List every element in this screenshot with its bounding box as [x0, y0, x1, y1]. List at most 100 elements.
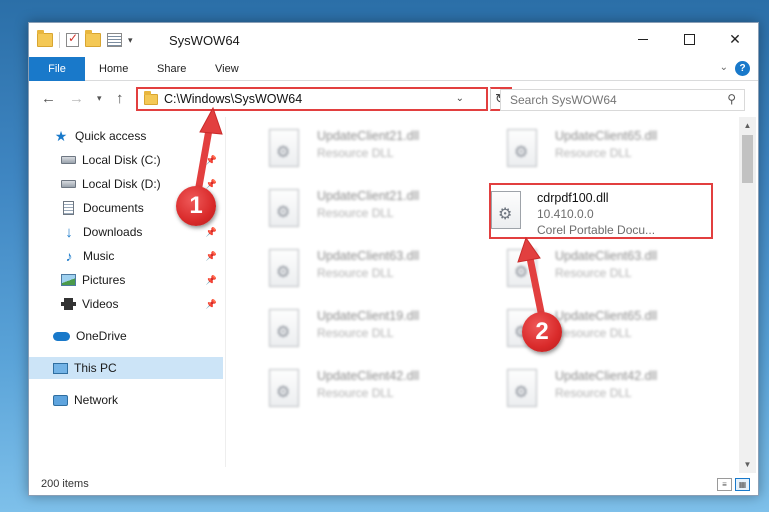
sidebar-item-local-disk-c[interactable]: Local Disk (C:) 📌 [29, 149, 223, 171]
videos-icon [61, 298, 76, 310]
tab-share[interactable]: Share [147, 57, 196, 81]
file-description: Resource DLL [317, 146, 394, 160]
dll-file-icon [269, 129, 299, 167]
address-folder-icon [144, 91, 158, 105]
pin-icon[interactable]: 📌 [206, 227, 217, 238]
file-name: UpdateClient63.dll [555, 249, 658, 263]
file-description: Resource DLL [555, 386, 632, 400]
help-icon[interactable]: ? [735, 61, 750, 76]
dll-file-icon [507, 369, 537, 407]
file-list: UpdateClient21.dll Resource DLL UpdateCl… [229, 117, 739, 467]
scroll-up-icon[interactable]: ▲ [739, 117, 756, 134]
file-description: Resource DLL [317, 266, 394, 280]
list-item[interactable]: UpdateClient65.dll Resource DLL [487, 301, 707, 353]
sidebar-item-label: Quick access [75, 129, 147, 143]
file-name: UpdateClient21.dll [317, 189, 420, 203]
list-item[interactable]: UpdateClient21.dll Resource DLL [249, 121, 469, 173]
dll-file-icon [507, 129, 537, 167]
search-box[interactable]: ⚲ [500, 89, 745, 111]
forward-arrow-icon[interactable]: → [69, 90, 84, 107]
pane-divider[interactable] [225, 117, 226, 467]
cloud-icon [53, 331, 70, 341]
expand-ribbon-chevron-down-icon[interactable]: ⌄ [720, 62, 728, 73]
details-view-icon[interactable]: ≡ [717, 478, 732, 491]
list-item[interactable]: UpdateClient19.dll Resource DLL [249, 301, 469, 353]
dll-file-icon [269, 189, 299, 227]
pin-icon[interactable]: 📌 [206, 251, 217, 262]
star-icon: ★ [54, 127, 68, 144]
dll-file-icon [269, 249, 299, 287]
tab-home[interactable]: Home [89, 57, 138, 81]
list-item[interactable]: UpdateClient42.dll Resource DLL [249, 361, 469, 413]
tab-file[interactable]: File [29, 57, 85, 81]
list-item[interactable]: UpdateClient63.dll Resource DLL [487, 241, 707, 293]
sidebar-item-label: Local Disk (D:) [82, 177, 161, 191]
maximize-button[interactable] [666, 23, 712, 55]
folder-icon[interactable] [37, 30, 53, 47]
pin-icon[interactable]: 📌 [206, 275, 217, 286]
sidebar-item-label: Network [74, 393, 119, 407]
file-name: UpdateClient19.dll [317, 309, 420, 323]
address-path[interactable]: C:\Windows\SysWOW64 [164, 92, 302, 106]
download-icon: ↓ [65, 223, 73, 241]
file-name: UpdateClient65.dll [555, 129, 658, 143]
properties-check-icon[interactable] [66, 31, 79, 47]
sidebar-item-pictures[interactable]: Pictures 📌 [29, 269, 223, 291]
search-input[interactable] [501, 90, 711, 110]
scroll-down-icon[interactable]: ▼ [739, 456, 756, 473]
new-folder-icon[interactable] [85, 30, 101, 47]
file-name: UpdateClient42.dll [555, 369, 658, 383]
file-name: UpdateClient63.dll [317, 249, 420, 263]
drive-icon [61, 156, 76, 164]
close-button[interactable]: ✕ [712, 23, 758, 55]
sidebar-item-label: This PC [74, 361, 117, 375]
status-bar: 200 items ≡ ▦ [29, 474, 758, 495]
search-icon[interactable]: ⚲ [727, 92, 736, 106]
sidebar-item-label: Downloads [83, 225, 143, 239]
sidebar-item-quick-access[interactable]: ★ Quick access [29, 125, 223, 147]
pin-icon[interactable]: 📌 [206, 179, 217, 190]
pin-icon[interactable]: 📌 [206, 299, 217, 310]
pictures-icon [61, 274, 76, 286]
view-switcher: ≡ ▦ [717, 478, 750, 491]
sidebar-item-this-pc[interactable]: This PC [29, 357, 223, 379]
list-item[interactable]: UpdateClient65.dll Resource DLL [487, 121, 707, 173]
list-item[interactable]: UpdateClient21.dll Resource DLL [249, 181, 469, 233]
window-controls: ✕ [620, 23, 758, 55]
scroll-thumb[interactable] [742, 135, 753, 183]
quick-access-toolbar: ▾ [37, 30, 133, 48]
sidebar-item-network[interactable]: Network [29, 389, 223, 411]
back-arrow-icon[interactable]: ← [41, 90, 56, 107]
up-arrow-icon[interactable]: ↑ [116, 90, 124, 107]
sidebar-item-onedrive[interactable]: OneDrive [29, 325, 223, 347]
file-description: Resource DLL [555, 266, 632, 280]
step-2-badge: 2 [522, 312, 562, 352]
computer-icon [53, 362, 68, 374]
sidebar-item-music[interactable]: ♪ Music 📌 [29, 245, 223, 267]
list-item[interactable]: UpdateClient63.dll Resource DLL [249, 241, 469, 293]
drive-icon [61, 180, 76, 188]
address-history-chevron-down-icon[interactable]: ⌄ [456, 93, 464, 104]
vertical-scrollbar[interactable]: ▲ ▼ [739, 117, 756, 473]
sidebar-item-label: OneDrive [76, 329, 127, 343]
recent-locations-chevron-down-icon[interactable]: ▾ [97, 93, 102, 104]
sidebar-item-label: Local Disk (C:) [82, 153, 161, 167]
minimize-button[interactable] [620, 23, 666, 55]
step-1-badge: 1 [176, 186, 216, 226]
navigation-pane: ★ Quick access Local Disk (C:) 📌 Local D… [29, 117, 223, 467]
tiles-view-icon[interactable]: ▦ [735, 478, 750, 491]
address-bar[interactable]: C:\Windows\SysWOW64 ⌄ [136, 87, 488, 111]
close-icon: ✕ [729, 30, 741, 47]
window-title: SysWOW64 [169, 33, 240, 48]
file-explorer-window: ▾ SysWOW64 ✕ File Home Share View ⌄ ? ← … [28, 22, 759, 496]
customize-toolbar-chevron-down-icon[interactable]: ▾ [128, 35, 133, 46]
dll-file-icon [269, 309, 299, 347]
item-count: 200 items [41, 478, 89, 490]
properties-list-icon[interactable] [107, 33, 122, 47]
list-item[interactable]: UpdateClient42.dll Resource DLL [487, 361, 707, 413]
tab-view[interactable]: View [205, 57, 249, 81]
sidebar-item-videos[interactable]: Videos 📌 [29, 293, 223, 315]
toolbar-divider [59, 32, 60, 48]
pin-icon[interactable]: 📌 [206, 155, 217, 166]
sidebar-item-label: Videos [82, 297, 119, 311]
